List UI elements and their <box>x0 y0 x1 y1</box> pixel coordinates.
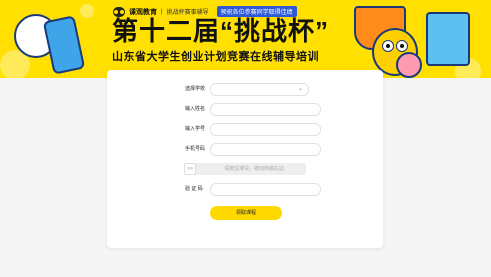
decoration-flower-icon <box>396 52 422 78</box>
school-select[interactable]: ⌄ <box>210 83 309 96</box>
page-title: 第十二届“挑战杯” <box>112 16 330 46</box>
student-id-input[interactable] <box>210 123 321 136</box>
brand-tagline: 挑战杯赛事辅导 <box>166 10 209 16</box>
slider-captcha[interactable]: >> 请按住滑块，拖动到最右边 <box>184 163 306 175</box>
banner-bubble <box>80 4 94 18</box>
decoration-box-icon <box>426 12 470 66</box>
brand-separator: | <box>161 8 163 15</box>
captcha-input[interactable] <box>210 183 321 196</box>
slider-handle[interactable]: >> <box>184 163 196 175</box>
form-row-captcha: 验 证 码 <box>107 183 383 196</box>
header-banner: 课观教育 | 挑战杯赛事辅导 预祝各位参赛同学取得佳绩 第十二届“挑战杯” 山东… <box>0 0 491 78</box>
school-label: 选择学校 <box>185 86 206 92</box>
name-input[interactable] <box>210 103 321 116</box>
form-row-phone: 手机号码 <box>107 143 383 156</box>
brand-logo-icon <box>113 6 125 17</box>
captcha-label: 验 证 码 <box>185 186 203 192</box>
name-label: 输入姓名 <box>185 106 206 112</box>
submit-button[interactable]: 领取课程 <box>210 206 282 220</box>
decoration-book-icon <box>42 15 86 75</box>
mascot-eye-icon <box>382 40 394 52</box>
student-id-label: 输入学号 <box>185 126 206 132</box>
form-row-student-id: 输入学号 <box>107 123 383 136</box>
page-subtitle: 山东省大学生创业计划竞赛在线辅导培训 <box>112 51 319 63</box>
chevron-down-icon: ⌄ <box>297 86 303 92</box>
phone-label: 手机号码 <box>185 146 206 152</box>
form-row-school: 选择学校 ⌄ <box>107 83 383 96</box>
form-row-name: 输入姓名 <box>107 103 383 116</box>
phone-input[interactable] <box>210 143 321 156</box>
signup-form: 选择学校 ⌄ 输入姓名 输入学号 手机号码 >> 请按住滑块，拖动到最右边 验 … <box>107 70 383 248</box>
form-row-slider: >> 请按住滑块，拖动到最右边 <box>107 163 383 176</box>
mascot-eye-icon <box>396 40 408 52</box>
brand-name: 课观教育 <box>129 8 157 16</box>
slider-hint: 请按住滑块，拖动到最右边 <box>223 166 284 172</box>
